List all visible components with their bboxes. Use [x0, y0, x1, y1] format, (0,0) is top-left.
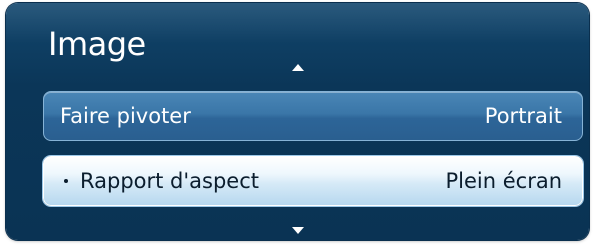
menu-item-value: Portrait	[484, 104, 562, 128]
bullet-icon	[64, 179, 68, 183]
scroll-up-icon[interactable]	[291, 64, 304, 71]
menu-item-left: Rapport d'aspect	[60, 169, 259, 193]
menu-item-aspect-ratio[interactable]: Rapport d'aspect Plein écran	[43, 156, 583, 206]
menu-item-label: Rapport d'aspect	[80, 169, 259, 193]
menu-item-value: Plein écran	[445, 169, 562, 193]
scroll-down-icon[interactable]	[291, 227, 304, 234]
image-menu-panel: Image Faire pivoter Portrait Rapport d'a…	[6, 3, 589, 240]
menu-item-rotate[interactable]: Faire pivoter Portrait	[43, 91, 583, 141]
menu-title: Image	[48, 25, 146, 63]
menu-item-label: Faire pivoter	[60, 104, 191, 128]
